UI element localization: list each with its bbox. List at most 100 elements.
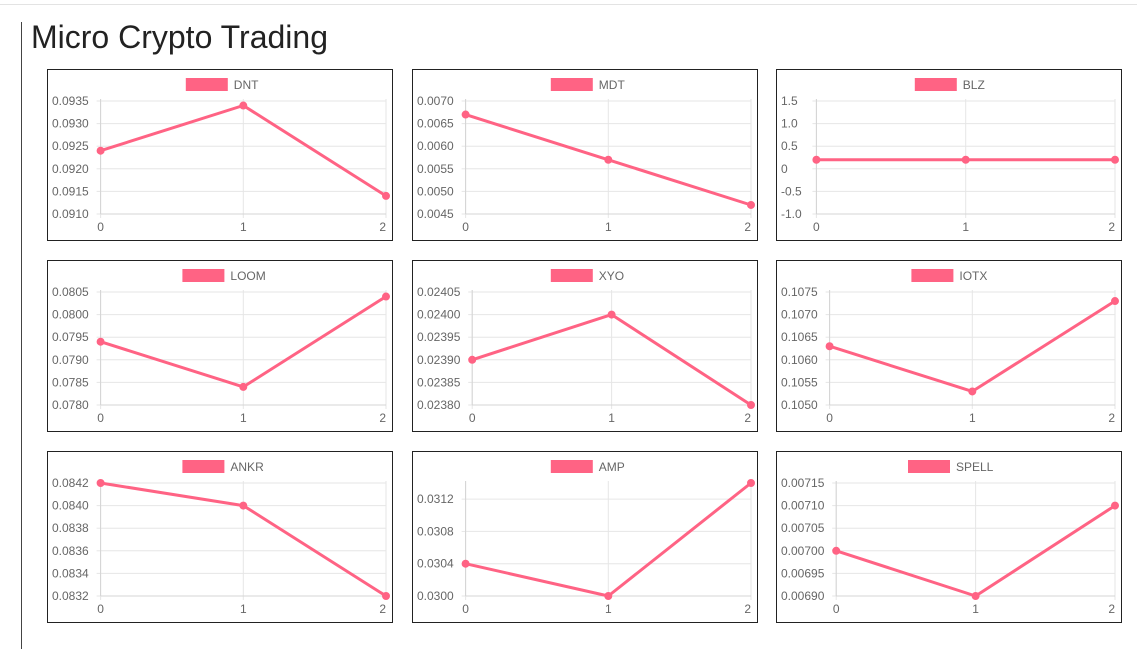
data-point (747, 200, 755, 209)
x-tick-label: 0 (462, 220, 469, 234)
data-point (461, 559, 470, 568)
legend-label: LOOM (230, 269, 265, 283)
legend-swatch (908, 460, 950, 473)
x-tick-label: 1 (969, 411, 976, 425)
y-tick-label: 0.0925 (52, 139, 89, 153)
page-title: Micro Crypto Trading (31, 19, 328, 55)
y-tick-label: 1.5 (781, 94, 798, 108)
x-tick-label: 2 (379, 411, 386, 425)
y-tick-label: 0.02385 (417, 375, 461, 389)
line-chart: SPELL 0.00715 0.00710 0.00705 0.00700 0.00695… (781, 460, 1119, 616)
x-tick-label: 0 (826, 411, 833, 425)
legend-label: XYO (599, 269, 624, 283)
x-tick-label: 2 (379, 220, 386, 234)
legend-swatch (182, 460, 225, 473)
data-point (747, 479, 755, 487)
legend-label: SPELL (956, 460, 994, 474)
x-tick-label: 1 (240, 220, 247, 234)
legend-swatch (550, 460, 593, 473)
y-tick-label: 0.0842 (52, 476, 89, 490)
legend-swatch (182, 269, 225, 282)
data-point (812, 155, 821, 164)
chart-card-blz: BLZ 1.5 1.0 0.5 0 -0.5 -1.0 0 1 2 (776, 69, 1122, 241)
y-tick-label: 0.00700 (781, 544, 825, 558)
y-tick-label: 0.5 (781, 139, 798, 153)
y-tick-label: 0.0935 (52, 94, 89, 108)
x-tick-label: 1 (608, 411, 615, 425)
data-point (607, 310, 616, 319)
x-tick-label: 1 (605, 220, 612, 234)
x-tick-label: 2 (744, 220, 751, 234)
y-tick-label: 0 (781, 162, 788, 176)
legend-label: AMP (599, 460, 625, 474)
legend-swatch (185, 78, 228, 91)
data-point (239, 101, 248, 110)
y-tick-label: 0.0065 (417, 117, 454, 131)
y-tick-label: 0.1060 (781, 353, 818, 367)
line-chart: LOOM 0.0805 0.0800 0.0795 0.0790 0.0785 0.0780… (52, 269, 390, 425)
chart-card-dnt: DNT 0.0935 0.0930 0.0925 0.0920 0.0915 0.0910 0… (47, 69, 393, 241)
y-tick-label: 0.0910 (52, 207, 89, 221)
line-chart: ANKR 0.0842 0.0840 0.0838 0.0836 0.0834 0.0832… (52, 460, 390, 616)
line-chart: XYO 0.02405 0.02400 0.02395 0.02390 0.02385 0.… (417, 269, 755, 425)
y-tick-label: 0.1055 (781, 375, 818, 389)
x-tick-label: 1 (962, 220, 969, 234)
y-tick-label: 0.0308 (417, 524, 454, 538)
y-tick-label: 0.1070 (781, 308, 818, 322)
y-tick-label: 0.02380 (417, 398, 461, 412)
y-tick-label: 0.0840 (52, 499, 89, 513)
x-tick-label: 0 (97, 602, 104, 616)
y-tick-label: 0.0790 (52, 353, 89, 367)
y-tick-label: 0.0834 (52, 566, 89, 580)
y-tick-label: 0.0045 (417, 207, 454, 221)
legend-swatch (911, 269, 954, 282)
x-tick-label: 0 (462, 602, 469, 616)
data-point (468, 355, 477, 364)
y-tick-label: 0.1065 (781, 330, 818, 344)
y-tick-label: 0.0832 (52, 589, 89, 603)
y-tick-label: 0.00710 (781, 499, 825, 513)
data-point (96, 479, 105, 487)
y-tick-label: 0.02395 (417, 330, 461, 344)
data-point (968, 387, 977, 396)
y-tick-label: -0.5 (781, 184, 802, 198)
y-tick-label: 0.02390 (417, 353, 461, 367)
chart-card-amp: AMP 0.0312 0.0308 0.0304 0.0300 0 1 2 (412, 451, 758, 623)
data-point (1111, 155, 1119, 164)
y-tick-label: 0.00715 (781, 476, 825, 490)
line-chart: AMP 0.0312 0.0308 0.0304 0.0300 0 1 2 (417, 460, 755, 616)
line-chart: IOTX 0.1075 0.1070 0.1065 0.1060 0.1055 0.1050… (781, 269, 1119, 425)
data-point (832, 546, 841, 555)
y-tick-label: 0.0780 (52, 398, 89, 412)
legend-swatch (914, 78, 957, 91)
x-tick-label: 2 (1108, 411, 1115, 425)
y-tick-label: 0.0312 (417, 492, 454, 506)
data-point (461, 110, 470, 119)
line-chart: DNT 0.0935 0.0930 0.0925 0.0920 0.0915 0.0910 0… (52, 78, 390, 234)
x-tick-label: 1 (972, 602, 979, 616)
y-tick-label: 0.0838 (52, 521, 89, 535)
data-point (382, 292, 390, 301)
legend-swatch (550, 78, 593, 91)
chart-card-xyo: XYO 0.02405 0.02400 0.02395 0.02390 0.02385 0.… (412, 260, 758, 432)
chart-card-ankr: ANKR 0.0842 0.0840 0.0838 0.0836 0.0834 0.0832… (47, 451, 393, 623)
data-point (382, 592, 390, 600)
data-point (382, 191, 390, 200)
y-tick-label: 0.0930 (52, 117, 89, 131)
x-tick-label: 0 (833, 602, 840, 616)
y-tick-label: 0.0800 (52, 308, 89, 322)
x-tick-label: 0 (97, 220, 104, 234)
x-tick-label: 1 (240, 602, 247, 616)
y-tick-label: 0.0785 (52, 375, 89, 389)
x-tick-label: 2 (744, 411, 751, 425)
chart-card-iotx: IOTX 0.1075 0.1070 0.1065 0.1060 0.1055 0.1050… (776, 260, 1122, 432)
y-tick-label: 0.1050 (781, 398, 818, 412)
x-tick-label: 0 (469, 411, 476, 425)
data-point (239, 501, 248, 510)
data-point (96, 146, 105, 155)
legend-label: MDT (599, 78, 626, 92)
top-divider (0, 4, 1137, 5)
legend-swatch (550, 269, 593, 282)
chart-card-mdt: MDT 0.0070 0.0065 0.0060 0.0055 0.0050 0.0045 0… (412, 69, 758, 241)
x-tick-label: 2 (1108, 220, 1115, 234)
